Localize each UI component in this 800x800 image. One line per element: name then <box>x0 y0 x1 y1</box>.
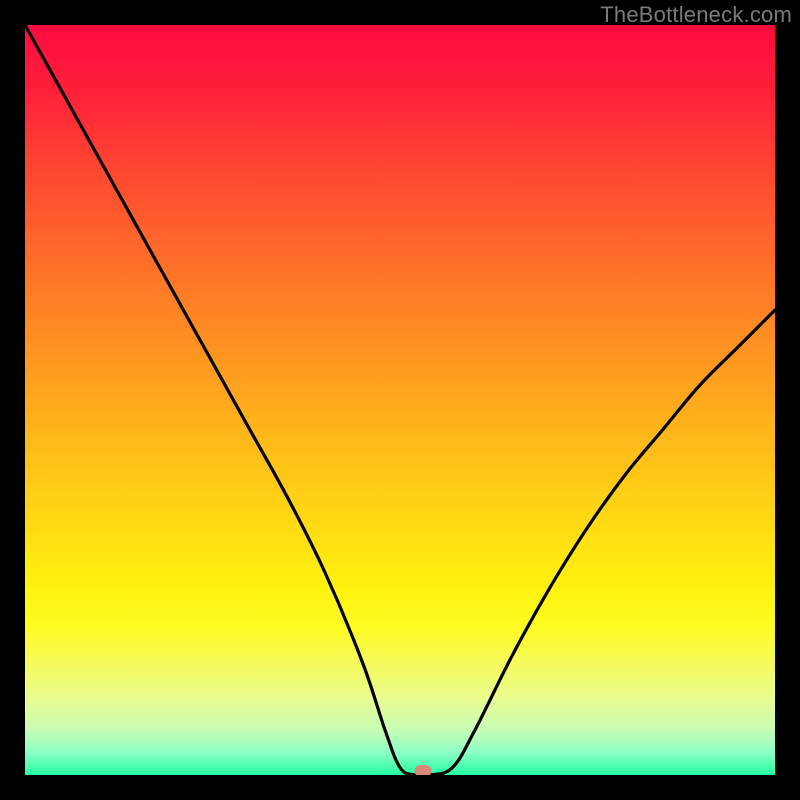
bottleneck-curve <box>25 25 775 775</box>
chart-frame: TheBottleneck.com <box>0 0 800 800</box>
watermark-text: TheBottleneck.com <box>600 2 792 28</box>
plot-area <box>25 25 775 775</box>
optimal-point-marker <box>414 765 431 775</box>
